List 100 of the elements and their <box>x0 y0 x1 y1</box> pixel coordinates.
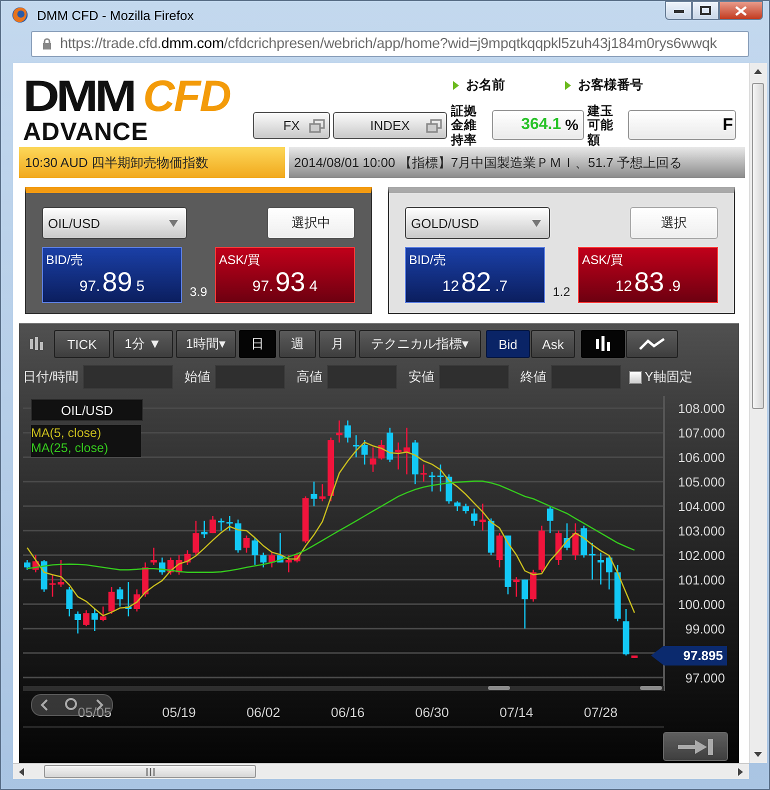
candlestick <box>277 533 284 562</box>
filter-field[interactable] <box>82 365 173 389</box>
price-side-tab[interactable]: Ask <box>531 330 575 358</box>
candlestick <box>606 555 612 590</box>
y-axis-label: 107.000 <box>678 426 725 441</box>
candlestick <box>344 420 351 443</box>
jump-to-latest-button[interactable] <box>663 732 728 761</box>
legend-item: MA(5, close) <box>31 426 102 441</box>
y-axis-label: 103.000 <box>678 524 725 539</box>
checkbox[interactable] <box>628 370 642 384</box>
period-tab[interactable]: 日 <box>239 330 276 358</box>
price-main: 89 <box>102 267 132 298</box>
candlestick <box>226 516 233 531</box>
candlestick <box>210 516 216 534</box>
candlestick <box>530 570 536 602</box>
filter-field[interactable] <box>550 365 621 389</box>
maximize-button[interactable] <box>692 1 719 20</box>
candlestick <box>555 530 562 565</box>
candlestick <box>150 548 157 565</box>
filter-label: 終値 <box>520 368 547 386</box>
filter-field[interactable] <box>326 365 397 389</box>
period-tab[interactable]: 1分 ▼ <box>113 330 173 358</box>
symbol-dropdown[interactable]: GOLD/USD <box>405 207 550 239</box>
candlestick <box>522 580 528 629</box>
candlestick <box>589 542 596 580</box>
x-axis-label: 05/05 <box>78 705 112 720</box>
arrow-to-end-icon <box>676 738 714 756</box>
vertical-scrollbar[interactable] <box>749 63 767 763</box>
margin-rate-label: 証拠金維持率 <box>451 104 478 147</box>
triangle-icon <box>565 80 571 90</box>
filter-label: 高値 <box>296 368 323 386</box>
technical-indicator-dropdown[interactable]: テクニカル指標▾ <box>359 330 481 358</box>
candlestick <box>454 501 461 512</box>
alert-banner[interactable]: 10:30 AUD 四半期卸売物価指数 <box>19 147 285 178</box>
bid-price-box[interactable]: BID/売 12 82.7 <box>405 247 545 303</box>
ask-label: ASK/買 <box>582 252 624 269</box>
period-tab[interactable]: 月 <box>319 330 356 358</box>
spread-value: 3.9 <box>188 285 208 301</box>
price-suffix: 4 <box>309 278 318 295</box>
ask-price-box[interactable]: ASK/買 12 83.9 <box>578 247 718 303</box>
candlestick <box>116 586 124 607</box>
minimize-button[interactable] <box>665 1 692 20</box>
candlestick <box>74 611 82 634</box>
symbol-dropdown[interactable]: OIL/USD <box>42 207 187 239</box>
candlestick <box>32 555 39 572</box>
chart-scrollbar[interactable] <box>23 686 664 691</box>
ask-price-box[interactable]: ASK/買 97.93 4 <box>215 247 355 303</box>
candlestick <box>260 552 267 568</box>
windows-icon <box>309 118 325 133</box>
line-chart-button[interactable] <box>626 330 678 358</box>
scroll-left-icon <box>19 768 24 776</box>
address-bar[interactable]: https://trade.cfd.dmm.com/cfdcrichpresen/webrich/app/home?wid=j9mpqtkqqpkl5zuh43j184m0rys6wwqk <box>31 31 749 57</box>
select-button[interactable]: 選択中 <box>267 207 355 239</box>
y-axis-label: 104.000 <box>678 499 725 514</box>
scroll-down-icon <box>754 752 762 757</box>
horizontal-scrollbar[interactable] <box>13 763 749 779</box>
candlestick-chart-button[interactable] <box>581 330 625 358</box>
candlestick <box>158 558 166 575</box>
windows-icon <box>426 118 442 133</box>
dropdown-caret-icon <box>532 220 541 226</box>
candlestick <box>370 447 376 472</box>
price-suffix: 5 <box>136 278 145 295</box>
legend-item: MA(25, close) <box>31 441 110 456</box>
menu-button[interactable]: INDEX <box>333 112 447 139</box>
symbol-text: GOLD/USD <box>411 216 479 230</box>
close-button[interactable] <box>719 1 763 20</box>
filter-field[interactable] <box>438 365 509 389</box>
filter-field[interactable] <box>214 365 285 389</box>
candlestick <box>538 526 545 572</box>
candlestick <box>328 438 334 502</box>
price-prefix: 97. <box>79 278 100 295</box>
y-axis-label: 101.000 <box>678 572 725 588</box>
y-axis-label: 106.000 <box>678 450 725 466</box>
candlestick <box>504 536 512 594</box>
close-icon <box>735 6 747 16</box>
candlestick <box>395 442 402 470</box>
candlestick <box>572 523 579 560</box>
candlestick <box>243 536 250 553</box>
chart-navigator[interactable] <box>31 694 113 716</box>
y-axis-label: 105.000 <box>678 474 725 490</box>
scroll-up-icon <box>754 69 762 74</box>
bid-price-box[interactable]: BID/売 97.89 5 <box>42 247 182 303</box>
period-tab[interactable]: 週 <box>279 330 316 358</box>
news-banner[interactable]: 2014/08/01 10:00 【指標】7月中国製造業ＰＭＩ、51.7 予想上回る <box>289 147 745 178</box>
candlestick <box>218 518 224 531</box>
candlestick <box>513 577 520 597</box>
price-prefix: 97. <box>252 278 274 295</box>
candlestick <box>49 574 56 597</box>
candlestick <box>201 520 208 538</box>
candlestick <box>622 609 630 656</box>
period-tab[interactable]: 1時間▾ <box>176 330 236 358</box>
account-label: お客様番号 <box>578 76 643 94</box>
menu-button[interactable]: FX <box>253 112 330 139</box>
price-prefix: 12 <box>442 278 460 295</box>
price-side-tab[interactable]: Bid <box>486 330 530 358</box>
candlestick <box>564 523 570 550</box>
scrollbar-thumb[interactable] <box>752 83 764 409</box>
period-tab[interactable]: TICK <box>54 330 110 358</box>
select-button[interactable]: 選択 <box>630 207 718 239</box>
scrollbar-thumb[interactable] <box>44 765 256 778</box>
